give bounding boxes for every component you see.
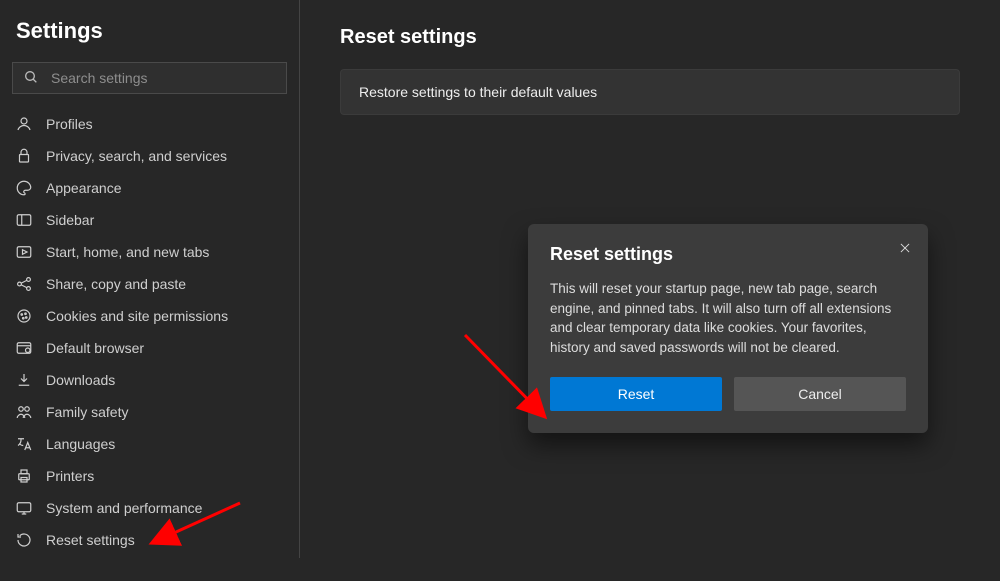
sidebar-item-label: Sidebar xyxy=(46,212,94,228)
palette-icon xyxy=(14,178,34,198)
sidebar-item-privacy[interactable]: Privacy, search, and services xyxy=(12,140,287,172)
reset-button[interactable]: Reset xyxy=(550,377,722,411)
sidebar-item-family[interactable]: Family safety xyxy=(12,396,287,428)
system-icon xyxy=(14,498,34,518)
language-icon xyxy=(14,434,34,454)
sidebar-item-system[interactable]: System and performance xyxy=(12,492,287,524)
section-title: Reset settings xyxy=(340,26,960,49)
sidebar-item-label: Printers xyxy=(46,468,94,484)
search-input[interactable] xyxy=(51,70,276,86)
sidebar-item-label: Share, copy and paste xyxy=(46,276,186,292)
sidebar-layout-icon xyxy=(14,210,34,230)
dialog-title: Reset settings xyxy=(550,244,906,265)
reset-icon xyxy=(14,530,34,550)
sidebar-item-appearance[interactable]: Appearance xyxy=(12,172,287,204)
cancel-button[interactable]: Cancel xyxy=(734,377,906,411)
settings-sidebar: Settings Profiles Privacy, search, and s… xyxy=(0,0,300,558)
sidebar-item-cookies[interactable]: Cookies and site permissions xyxy=(12,300,287,332)
lock-icon xyxy=(14,146,34,166)
restore-defaults-label: Restore settings to their default values xyxy=(359,84,597,100)
sidebar-item-label: Profiles xyxy=(46,116,93,132)
printer-icon xyxy=(14,466,34,486)
sidebar-item-label: System and performance xyxy=(46,500,202,516)
reset-settings-dialog: Reset settings This will reset your star… xyxy=(528,224,928,433)
family-icon xyxy=(14,402,34,422)
cookie-icon xyxy=(14,306,34,326)
browser-icon xyxy=(14,338,34,358)
sidebar-item-reset[interactable]: Reset settings xyxy=(12,524,287,556)
sidebar-item-label: Appearance xyxy=(46,180,122,196)
sidebar-item-downloads[interactable]: Downloads xyxy=(12,364,287,396)
search-icon xyxy=(23,69,39,88)
sidebar-item-label: Reset settings xyxy=(46,532,135,548)
close-icon xyxy=(898,241,912,258)
sidebar-item-languages[interactable]: Languages xyxy=(12,428,287,460)
sidebar-item-share[interactable]: Share, copy and paste xyxy=(12,268,287,300)
download-icon xyxy=(14,370,34,390)
sidebar-item-default-browser[interactable]: Default browser xyxy=(12,332,287,364)
sidebar-item-label: Downloads xyxy=(46,372,115,388)
sidebar-item-label: Privacy, search, and services xyxy=(46,148,227,164)
search-settings-field[interactable] xyxy=(12,62,287,94)
sidebar-item-start[interactable]: Start, home, and new tabs xyxy=(12,236,287,268)
close-button[interactable] xyxy=(894,238,916,260)
restore-defaults-row[interactable]: Restore settings to their default values xyxy=(340,69,960,115)
share-icon xyxy=(14,274,34,294)
sidebar-item-printers[interactable]: Printers xyxy=(12,460,287,492)
page-title: Settings xyxy=(12,18,287,44)
sidebar-item-label: Cookies and site permissions xyxy=(46,308,228,324)
sidebar-item-label: Default browser xyxy=(46,340,144,356)
play-icon xyxy=(14,242,34,262)
dialog-body: This will reset your startup page, new t… xyxy=(550,279,906,357)
sidebar-item-label: Family safety xyxy=(46,404,128,420)
dialog-actions: Reset Cancel xyxy=(550,377,906,411)
sidebar-item-label: Languages xyxy=(46,436,115,452)
sidebar-item-profiles[interactable]: Profiles xyxy=(12,108,287,140)
settings-nav: Profiles Privacy, search, and services A… xyxy=(12,108,287,556)
sidebar-item-sidebar[interactable]: Sidebar xyxy=(12,204,287,236)
profile-icon xyxy=(14,114,34,134)
sidebar-item-label: Start, home, and new tabs xyxy=(46,244,209,260)
